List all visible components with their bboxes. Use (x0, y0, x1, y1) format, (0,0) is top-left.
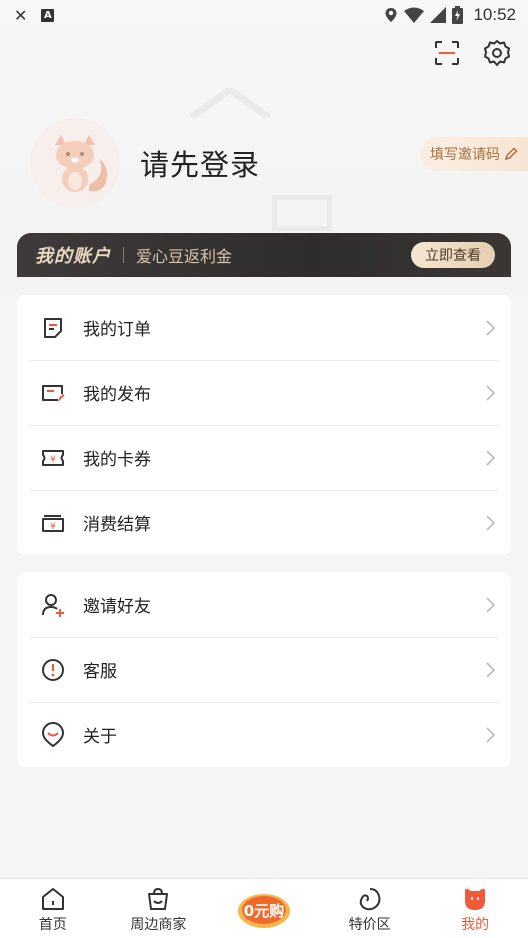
svg-text:¥: ¥ (50, 522, 56, 532)
shop-icon (144, 885, 172, 913)
menu-item-invite-friends[interactable]: 邀请好友 (17, 572, 511, 637)
menu-item-settlement[interactable]: ¥ 消费结算 (17, 490, 511, 555)
menu-item-publish[interactable]: 我的发布 (17, 360, 511, 425)
account-subtitle: 爱心豆返利金 (136, 247, 233, 266)
menu-card-misc: 邀请好友 客服 关于 (17, 572, 511, 767)
about-icon (41, 721, 65, 747)
squirrel-avatar-icon (37, 125, 113, 201)
menu-item-label: 我的订单 (83, 320, 151, 340)
account-title: 我的账户 (35, 246, 111, 267)
mine-icon (461, 885, 489, 913)
close-icon: ✕ (14, 5, 28, 25)
menu-item-about[interactable]: 关于 (17, 702, 511, 767)
chevron-right-icon (486, 384, 496, 401)
profile-section[interactable]: 请先登录 (30, 118, 260, 208)
decorative-box (272, 195, 332, 231)
menu-item-label: 客服 (83, 662, 117, 682)
tab-zero-yuan[interactable]: 0元购 (211, 879, 316, 931)
bottom-tab-bar: 首页 周边商家 0元购 特价区 我的 (0, 878, 528, 938)
chevron-right-icon (486, 449, 496, 466)
tab-home[interactable]: 首页 (0, 879, 105, 934)
special-price-icon (356, 885, 384, 913)
customer-service-icon (41, 658, 65, 682)
gear-icon (484, 40, 510, 66)
a-icon: A (41, 8, 55, 22)
pencil-icon (504, 147, 518, 161)
coupon-icon: ¥ (41, 446, 65, 470)
battery-icon (452, 6, 464, 24)
chevron-right-icon (486, 661, 496, 678)
location-icon (385, 8, 397, 22)
tab-nearby-shops[interactable]: 周边商家 (106, 879, 211, 934)
menu-item-label: 邀请好友 (83, 597, 151, 617)
tab-special-price[interactable]: 特价区 (317, 879, 422, 934)
decorative-house-icon (190, 88, 270, 118)
menu-item-coupons[interactable]: ¥ 我的卡券 (17, 425, 511, 490)
chevron-right-icon (486, 319, 496, 336)
signal-icon (430, 7, 447, 23)
home-icon (39, 885, 67, 913)
settlement-icon: ¥ (41, 511, 65, 535)
account-banner[interactable]: 我的账户 爱心豆返利金 立即查看 (17, 233, 511, 277)
menu-item-label: 关于 (83, 727, 117, 747)
header-actions (432, 38, 512, 68)
view-now-button[interactable]: 立即查看 (411, 242, 495, 268)
publish-icon (41, 381, 65, 405)
menu-item-label: 我的卡券 (83, 450, 151, 470)
login-prompt[interactable]: 请先登录 (140, 142, 260, 184)
tab-label: 周边商家 (130, 917, 187, 933)
status-bar: ✕ A 10:52 (0, 0, 528, 30)
chevron-right-icon (486, 596, 496, 613)
divider (123, 247, 124, 263)
menu-item-orders[interactable]: 我的订单 (17, 295, 511, 360)
tab-label: 特价区 (348, 917, 391, 933)
scan-button[interactable] (432, 38, 462, 68)
tab-label: 首页 (38, 917, 67, 933)
menu-item-label: 我的发布 (83, 385, 151, 405)
chevron-right-icon (486, 726, 496, 743)
invite-code-button[interactable]: 填写邀请码 (420, 137, 528, 171)
tab-label: 我的 (461, 917, 490, 933)
invite-code-label: 填写邀请码 (430, 147, 500, 163)
order-icon (41, 316, 65, 340)
settings-button[interactable] (482, 38, 512, 68)
invite-friend-icon (41, 593, 65, 617)
zero-yuan-text: 0元购 (244, 902, 284, 920)
svg-text:¥: ¥ (50, 455, 56, 465)
clock-time: 10:52 (473, 5, 516, 24)
zero-yuan-badge: 0元购 (237, 894, 290, 928)
wifi-icon (404, 7, 425, 23)
avatar[interactable] (30, 118, 120, 208)
menu-card-orders: 我的订单 我的发布 ¥ 我的卡券 ¥ 消费结算 (17, 295, 511, 555)
chevron-right-icon (486, 514, 496, 531)
menu-item-label: 消费结算 (83, 515, 151, 535)
scan-icon (435, 41, 459, 65)
tab-mine[interactable]: 我的 (423, 879, 528, 934)
menu-item-customer-service[interactable]: 客服 (17, 637, 511, 702)
